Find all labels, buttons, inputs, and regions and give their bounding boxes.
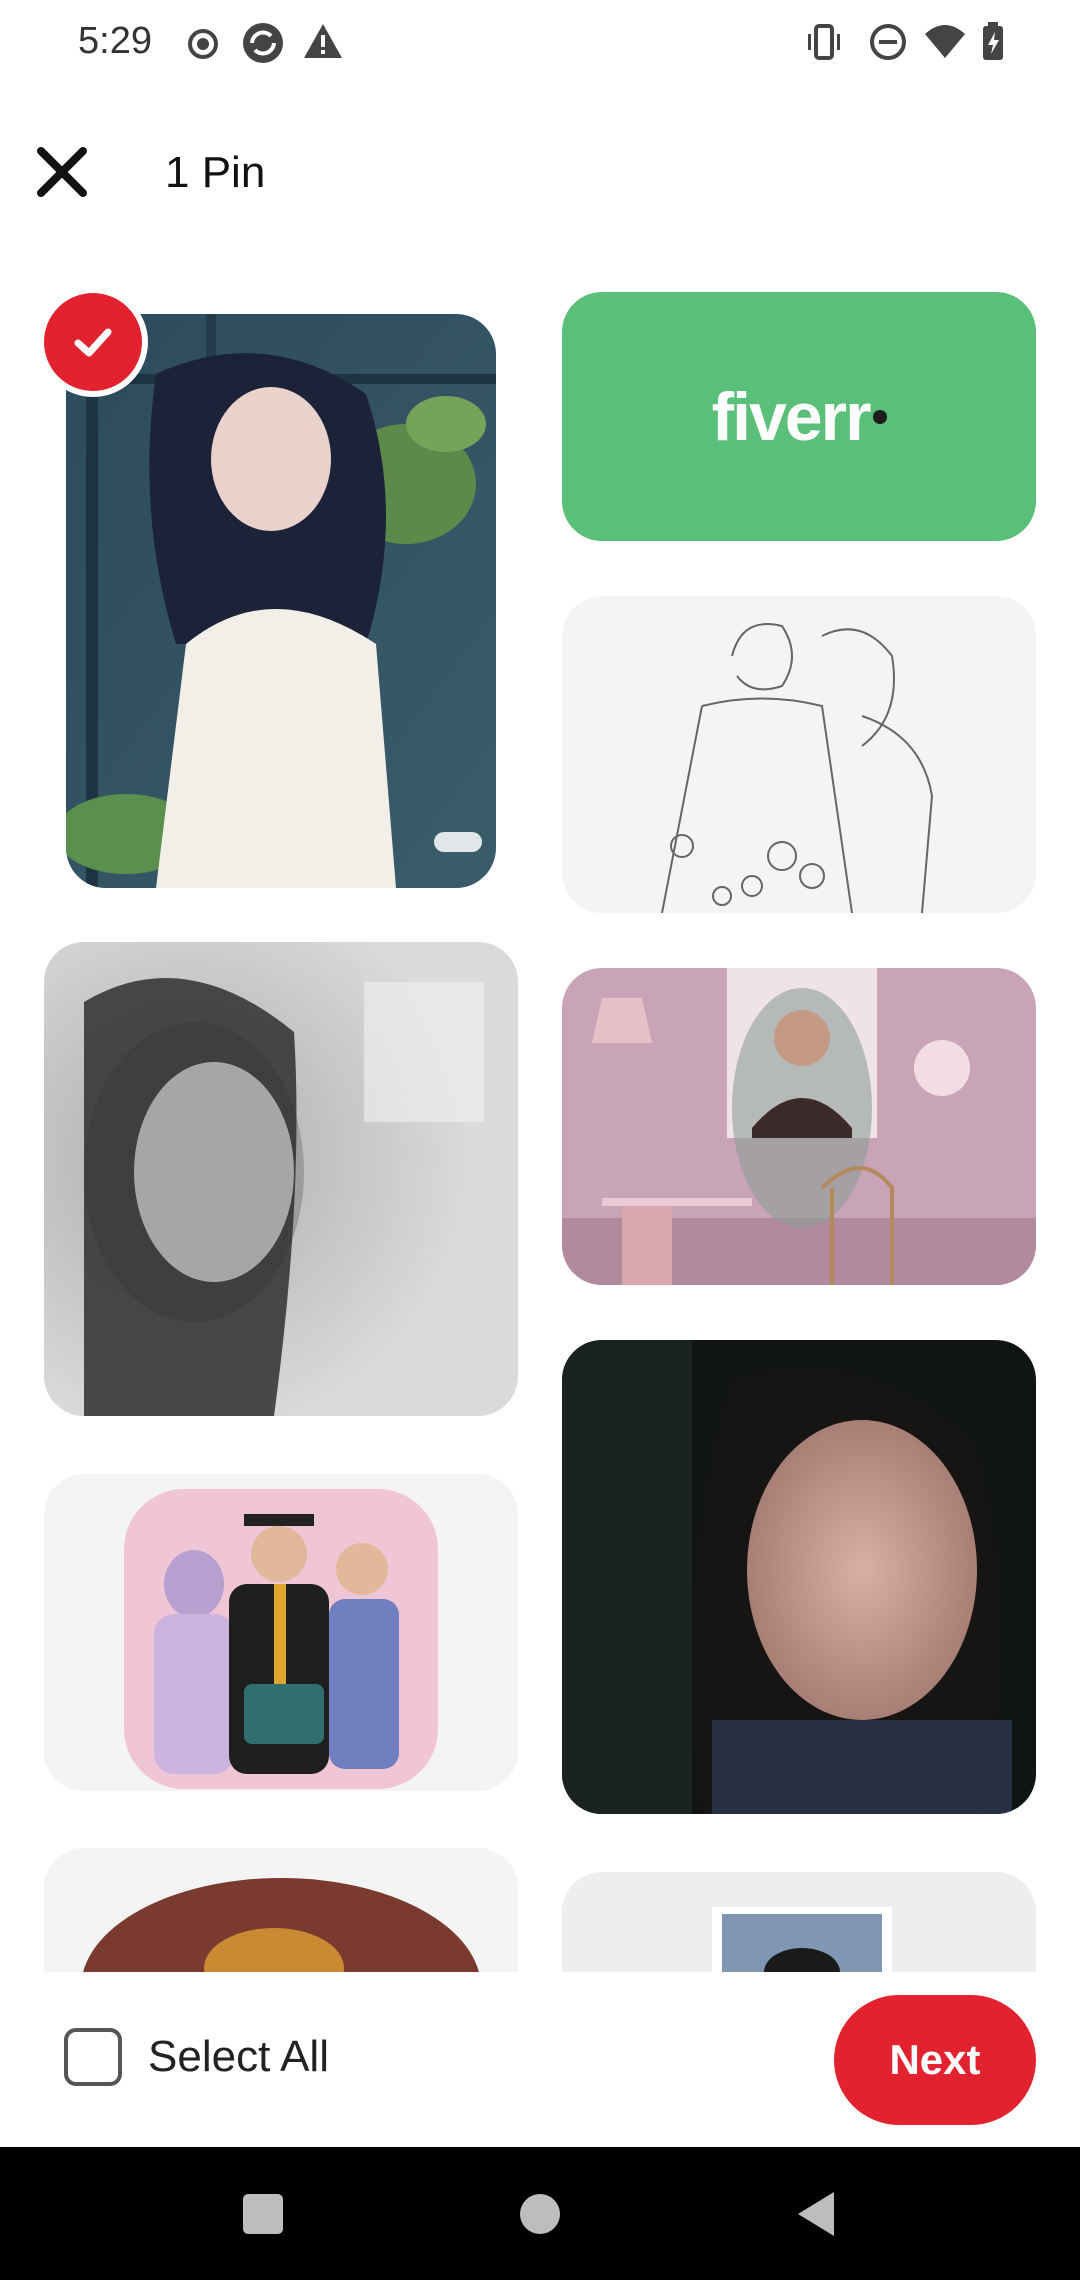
select-all-label: Select All: [148, 2032, 329, 2081]
select-all-checkbox[interactable]: [64, 2028, 122, 2086]
pin-partial-round-image[interactable]: [44, 1848, 518, 1972]
recents-square-icon: [243, 2193, 283, 2234]
pin-fiverr-ad[interactable]: fiverr: [562, 292, 1036, 541]
back-button[interactable]: [756, 2147, 876, 2280]
pin-couple-sketch[interactable]: [562, 596, 1036, 913]
pin-graduation-family-cartoon[interactable]: [44, 1474, 518, 1791]
close-button[interactable]: [30, 140, 94, 204]
battery-charging-icon: [978, 20, 1010, 69]
status-bar: 5:29: [0, 0, 1080, 90]
record-icon: [185, 20, 221, 69]
partial-framed-image: [562, 1872, 1036, 1972]
anime-girl-image: [66, 314, 496, 888]
pin-grid: fiverr: [0, 260, 1080, 1972]
pin-anime-girl[interactable]: [66, 314, 496, 888]
fiverr-logo-text: fiverr: [711, 378, 871, 455]
wifi-icon: [922, 20, 968, 69]
selected-check-badge[interactable]: [44, 293, 142, 391]
do-not-disturb-icon: [866, 20, 910, 69]
status-time: 5:29: [78, 20, 152, 62]
system-nav-bar: [0, 2147, 1080, 2280]
pin-blurred-bw-portrait[interactable]: [44, 942, 518, 1416]
close-icon: [37, 147, 87, 197]
sync-icon: [240, 20, 286, 69]
warning-icon: [302, 20, 344, 69]
fiverr-logo: fiverr: [562, 292, 1036, 541]
pin-blurred-woman-portrait[interactable]: [562, 1340, 1036, 1814]
vibrate-icon: [802, 20, 846, 69]
partial-round-image: [44, 1848, 518, 1972]
blurred-bw-portrait-image: [44, 942, 518, 1416]
graduation-family-cartoon-image: [44, 1474, 518, 1791]
home-button[interactable]: [480, 2147, 600, 2280]
checkmark-icon: [74, 328, 112, 357]
pin-partial-framed-image[interactable]: [562, 1872, 1036, 1972]
select-all-toggle[interactable]: Select All: [64, 2028, 329, 2086]
pink-room-portrait-image: [562, 968, 1036, 1285]
selected-count-title: 1 Pin: [165, 148, 266, 197]
blurred-woman-portrait-image: [562, 1340, 1036, 1814]
back-triangle-icon: [798, 2191, 834, 2236]
home-circle-icon: [520, 2193, 560, 2234]
recents-button[interactable]: [203, 2147, 323, 2280]
header: 1 Pin: [0, 120, 1080, 230]
pin-pink-room-portrait[interactable]: [562, 968, 1036, 1285]
bottom-action-bar: Select All Next: [0, 1972, 1080, 2147]
next-button[interactable]: Next: [834, 1995, 1036, 2125]
couple-sketch-image: [562, 596, 1036, 913]
